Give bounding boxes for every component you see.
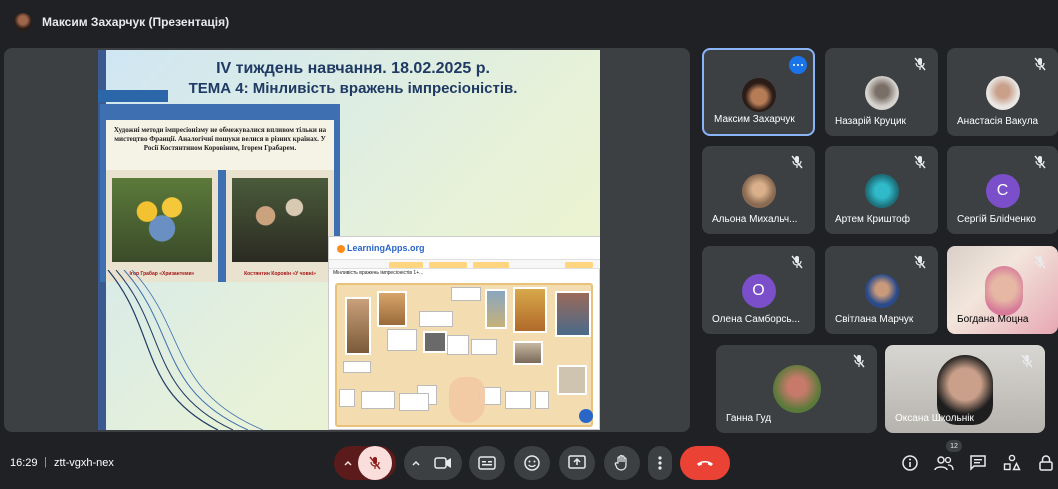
learningapps-fab (579, 409, 593, 423)
captions-icon (478, 456, 496, 470)
activities-button[interactable] (1002, 453, 1022, 473)
participant-name: Сергій Бліdченко (957, 214, 1036, 225)
slide-decor-curves (107, 270, 264, 430)
participant-tile[interactable]: Артем Криштоф (825, 146, 938, 234)
chat-button[interactable] (968, 453, 988, 473)
present-screen-button[interactable] (559, 446, 595, 480)
reactions-button[interactable] (514, 446, 550, 480)
more-options-button[interactable] (648, 446, 672, 480)
slide-blue-tab (98, 90, 168, 102)
participant-name: Артем Криштоф (835, 214, 910, 225)
meeting-code: ztt-vgxh-nex (54, 457, 114, 469)
camera-icon (434, 457, 451, 469)
meeting-details-button[interactable] (900, 453, 920, 473)
hand-pointer-image (449, 377, 485, 423)
participant-tile[interactable]: Назарій Круцик (825, 48, 938, 136)
participant-name: Ганна Гуд (726, 413, 772, 424)
participant-name: Світлана Марчук (835, 314, 914, 325)
participant-tile[interactable]: Анастасія Вакула (947, 48, 1058, 136)
clock: 16:29 (10, 457, 38, 469)
avatar: О (741, 274, 776, 308)
avatar (772, 365, 821, 413)
end-call-button[interactable] (680, 446, 730, 480)
avatar (741, 174, 776, 208)
slide-panel-text: Художні методи імпресіонізму не обмежува… (106, 120, 334, 170)
participant-tile[interactable]: О Олена Самборсь... (702, 246, 815, 334)
emoji-icon (524, 455, 540, 471)
participant-video (985, 266, 1023, 316)
lock-person-icon (1039, 455, 1053, 471)
presenter-avatar (14, 13, 32, 31)
avatar (864, 174, 899, 208)
present-screen-icon (568, 455, 586, 469)
participant-name: Альона Михальч... (712, 214, 798, 225)
presenter-title: Максим Захарчук (Презентація) (42, 15, 230, 29)
chevron-up-icon (412, 460, 420, 466)
camera-options-button[interactable] (406, 446, 426, 480)
people-icon (934, 456, 954, 471)
learningapps-logo: LearningApps.org (347, 243, 425, 253)
chevron-up-icon (344, 460, 352, 466)
slide-content-panel: Художні методи імпресіонізму не обмежува… (100, 104, 340, 282)
phone-hangup-icon (697, 461, 713, 466)
mic-off-icon (1034, 255, 1046, 269)
footer-separator: | (44, 456, 47, 468)
avatar (864, 76, 899, 110)
mic-off-icon (791, 155, 803, 169)
avatar: С (985, 174, 1020, 208)
learningapps-app-title: Мінливість вражень імпресіоністів 1+... (333, 270, 424, 276)
participant-tile[interactable]: Максим Захарчук (702, 48, 815, 136)
captions-button[interactable] (469, 446, 505, 480)
mic-off-icon (914, 155, 926, 169)
people-button[interactable] (934, 453, 954, 473)
bottom-bar: 16:29 | ztt-vgxh-nex (0, 440, 1058, 489)
camera-toggle-button[interactable] (426, 446, 460, 480)
participant-tile[interactable]: Ганна Гуд (716, 345, 877, 433)
painting-chrysanthemums: Ігор Грабар «Хризантеми» (106, 170, 218, 282)
raise-hand-button[interactable] (604, 446, 640, 480)
slide: IV тиждень навчання. 18.02.2025 р. ТЕМА … (98, 50, 600, 430)
camera-control-group (404, 446, 462, 480)
mic-off-icon (914, 255, 926, 269)
mic-off-icon (1034, 57, 1046, 71)
participant-tile-video[interactable]: Богдана Моцна (947, 246, 1058, 334)
mic-off-icon (1034, 155, 1046, 169)
participant-tile[interactable]: Альона Михальч... (702, 146, 815, 234)
info-icon (902, 455, 918, 471)
avatar (985, 76, 1020, 110)
people-count-badge: 12 (946, 440, 962, 452)
participant-tile[interactable]: С Сергій Бліdченко (947, 146, 1058, 234)
participant-name: Назарій Круцик (835, 116, 906, 127)
mic-off-icon (369, 456, 381, 470)
activities-icon (1003, 454, 1021, 471)
mic-toggle-button[interactable] (358, 446, 392, 480)
avatar (864, 274, 899, 308)
participant-name: Оксана Школьнік (895, 413, 974, 424)
participant-name: Олена Самборсь... (712, 314, 800, 325)
mic-options-button[interactable] (338, 446, 358, 480)
mic-off-icon (914, 57, 926, 71)
participant-name: Богдана Моцна (957, 314, 1029, 325)
mic-off-icon (791, 255, 803, 269)
slide-title-line2: ТЕМА 4: Мінливість вражень імпресіоністі… (188, 80, 518, 97)
slide-title-line1: IV тиждень навчання. 18.02.2025 р. (216, 60, 490, 77)
participant-tile[interactable]: Світлана Марчук (825, 246, 938, 334)
painting-in-boat: Костянтин Коровін «У човні» (226, 170, 334, 282)
more-vert-icon (658, 456, 662, 470)
hand-icon (614, 454, 627, 471)
participant-name: Максим Захарчук (714, 114, 795, 125)
avatar (741, 78, 776, 112)
mic-control-group (334, 446, 396, 480)
participant-tile-video[interactable]: Оксана Школьнік (885, 345, 1045, 433)
presentation-stage[interactable]: IV тиждень навчання. 18.02.2025 р. ТЕМА … (4, 48, 690, 432)
mic-off-icon (853, 354, 865, 368)
more-options-icon[interactable] (789, 56, 807, 74)
top-bar: Максим Захарчук (Презентація) (0, 0, 1058, 44)
learningapps-screenshot: LearningApps.org Мінливість вражень імпр… (328, 236, 600, 430)
mic-off-icon (1021, 354, 1033, 368)
participant-name: Анастасія Вакула (957, 116, 1039, 127)
chat-icon (970, 455, 986, 471)
host-controls-button[interactable] (1036, 453, 1056, 473)
